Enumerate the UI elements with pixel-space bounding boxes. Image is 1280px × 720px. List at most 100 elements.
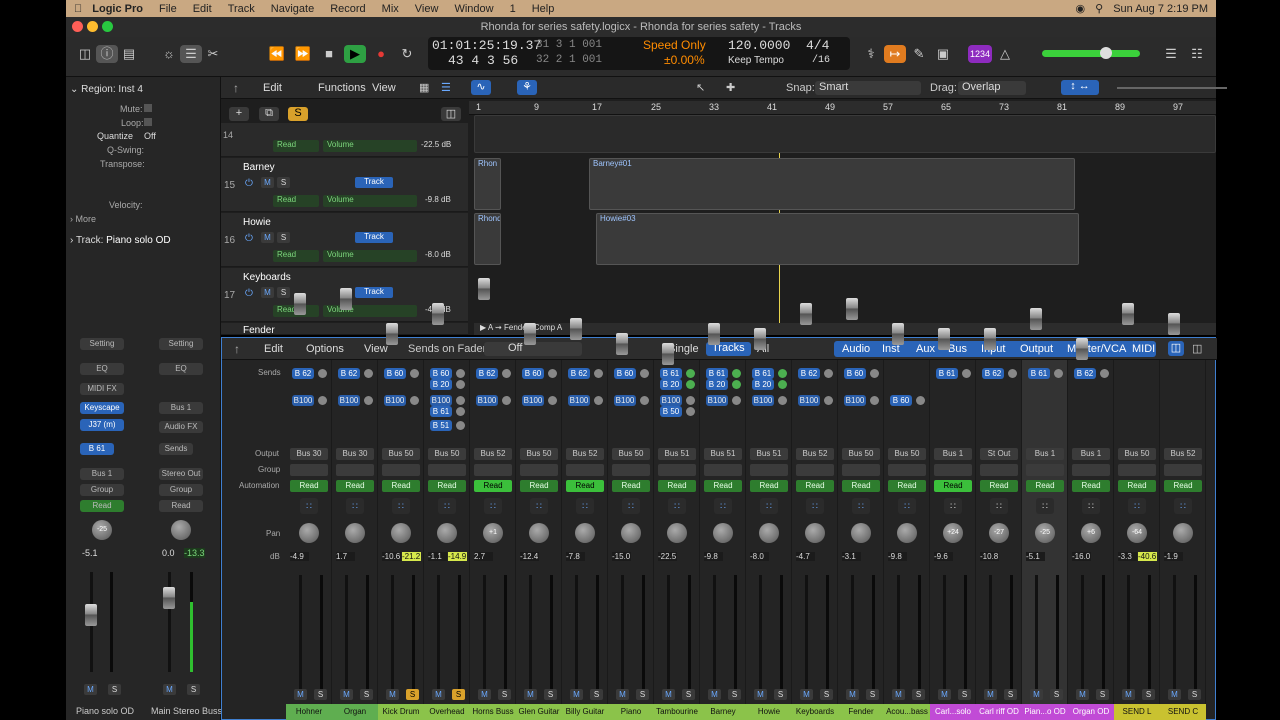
send-level-knob[interactable] [364,396,373,405]
metronome-icon[interactable]: △ [994,45,1016,63]
waveform-icon[interactable]: ∷ [668,498,686,514]
waveform-icon[interactable]: ∷ [760,498,778,514]
mute-button[interactable]: M [754,689,767,700]
automation-mode[interactable]: Read [336,480,374,492]
mute-button[interactable]: M [938,689,951,700]
automation-mode[interactable]: Read [750,480,788,492]
channel-name[interactable]: Glen Guitar [516,704,562,720]
send-level-knob[interactable] [962,369,971,378]
region-disclosure[interactable]: ⌄ Region: Inst 4 [70,84,143,95]
send-level-knob[interactable] [916,396,925,405]
automation-mode[interactable]: Read [796,480,834,492]
send-slot[interactable]: B100 [338,395,360,406]
solo-button[interactable]: S [498,689,511,700]
more-disclosure[interactable]: › More [70,214,96,224]
menu-window[interactable]: Window [454,3,493,15]
search-icon[interactable]: ⚲ [1095,2,1103,15]
menu-help[interactable]: Help [532,3,555,15]
output-slot-2[interactable]: Stereo Out [159,468,203,480]
send-level-knob[interactable] [318,369,327,378]
group-slot-2[interactable]: Group [159,484,203,496]
waveform-icon[interactable]: ∷ [300,498,318,514]
eq-button[interactable]: EQ [80,363,124,375]
send-slot[interactable]: B 60 [614,368,636,379]
mute-button[interactable]: M [570,689,583,700]
automation-param-select[interactable]: Volume [323,195,417,207]
region-top[interactable] [474,115,1216,153]
solo-mode-icon[interactable]: ▣ [932,45,954,63]
volume-fader-2[interactable] [163,587,175,609]
track-row-14[interactable]: 14 Read Volume -22.5 dB [221,123,468,157]
output-slot[interactable]: Bus 50 [888,448,926,460]
menu-view[interactable]: View [415,3,439,15]
waveform-icon[interactable]: ∷ [622,498,640,514]
track-name[interactable]: Fender [243,325,275,336]
send-level-knob[interactable] [456,421,465,430]
zoom-window-button[interactable] [102,21,113,32]
record-icon[interactable]: ● [370,45,392,63]
list-editors-icon[interactable]: ☰ [1160,45,1182,63]
send-slot[interactable]: B 60 [844,368,866,379]
solo-button[interactable]: S [544,689,557,700]
pan-knob-2[interactable] [171,520,191,540]
send-level-knob[interactable] [1054,369,1063,378]
volume-fader[interactable] [1168,313,1180,335]
volume-fader[interactable] [478,278,490,300]
send-level-knob[interactable] [778,369,787,378]
solo-button[interactable]: S [774,689,787,700]
tracks-edit-menu[interactable]: Edit [263,82,282,94]
inspector-icon[interactable]: ⓘ [96,45,118,63]
send-slot[interactable]: B 60 [430,368,452,379]
group-slot[interactable] [1072,464,1110,476]
menu-file[interactable]: File [159,3,177,15]
pan-knob[interactable] [575,523,595,543]
send-level-knob[interactable] [1008,369,1017,378]
output-slot[interactable]: Bus 30 [336,448,374,460]
send-level-knob[interactable] [824,369,833,378]
send-level-knob[interactable] [594,396,603,405]
volume-fader[interactable] [432,303,444,325]
volume-fader[interactable] [340,288,352,310]
output-slot[interactable]: Bus 50 [842,448,880,460]
send-slot[interactable]: B 61 [80,443,114,455]
mixer-icon[interactable]: ☰ [180,45,202,63]
waveform-icon[interactable]: ∷ [438,498,456,514]
send-slot[interactable]: B100 [430,395,452,406]
automation-mode[interactable]: Read [842,480,880,492]
automation-icon[interactable]: ∿ [471,80,491,95]
mute-button[interactable]: M [708,689,721,700]
stop-icon[interactable]: ■ [318,45,340,63]
send-slot[interactable]: B 62 [982,368,1004,379]
channel-name[interactable]: Organ [332,704,378,720]
horizontal-zoom-slider[interactable] [1167,87,1227,89]
track-name[interactable]: Barney [243,162,275,173]
channel-name[interactable]: SEND L [1114,704,1160,720]
send-slot[interactable]: B100 [660,395,682,406]
send-level-knob[interactable] [456,380,465,389]
track-disclosure[interactable]: › Track: Piano solo OD [70,235,171,246]
output-slot[interactable]: Bus 51 [750,448,788,460]
volume-fader[interactable] [984,328,996,350]
tuner-icon[interactable]: ⚕ [860,45,882,63]
grid-view-icon[interactable]: ▦ [419,81,429,94]
automation-mode-select[interactable]: Read [273,140,319,152]
pan-knob[interactable] [391,523,411,543]
send-level-knob[interactable] [594,369,603,378]
back-icon[interactable]: ↑ [234,342,240,356]
output-slot[interactable]: Bus 50 [612,448,650,460]
wifi-icon[interactable]: ◉ [1076,2,1086,15]
solo-button[interactable]: S [108,684,121,695]
send-slot[interactable]: B 60 [890,395,912,406]
volume-fader[interactable] [1030,308,1042,330]
mixer-edit-menu[interactable]: Edit [264,343,283,355]
group-slot[interactable] [1164,464,1202,476]
send-level-knob[interactable] [732,396,741,405]
group-slot[interactable] [566,464,604,476]
track-row-howie[interactable]: Howie 16 ⏻ M S Track Read Volume -8.0 dB [221,213,468,267]
mute-button[interactable]: M [294,689,307,700]
mute-button[interactable]: M [1168,689,1181,700]
master-volume-slider[interactable] [1042,50,1140,57]
solo-button[interactable]: S [1188,689,1201,700]
track-mode-button[interactable]: Track [355,177,393,188]
master-volume-knob[interactable] [1100,47,1112,59]
